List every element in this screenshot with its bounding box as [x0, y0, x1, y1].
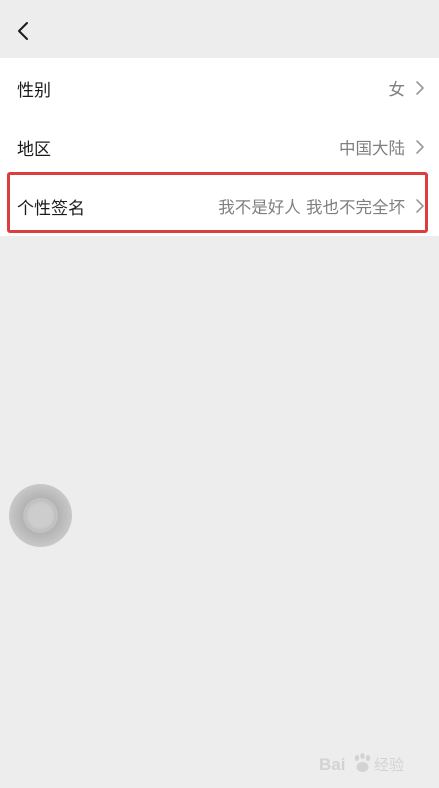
- chevron-right-icon: [415, 139, 425, 155]
- gender-row[interactable]: 性别 女: [0, 59, 439, 117]
- gender-label: 性别: [17, 80, 51, 101]
- floating-ball-center: [25, 500, 56, 531]
- region-value: 中国大陆: [339, 139, 405, 158]
- signature-value: 我不是好人 我也不完全坏: [218, 198, 405, 217]
- chevron-right-icon: [415, 198, 425, 214]
- signature-label: 个性签名: [17, 198, 85, 219]
- profile-settings-list: 性别 女 地区 中国大陆 个性签名 我不是好人 我也不完全坏: [0, 58, 439, 236]
- signature-row[interactable]: 个性签名 我不是好人 我也不完全坏: [0, 177, 439, 235]
- top-bar: [0, 0, 439, 58]
- svg-text:Bai: Bai: [319, 755, 345, 774]
- svg-text:经验: 经验: [374, 756, 404, 774]
- region-row[interactable]: 地区 中国大陆: [0, 118, 439, 176]
- region-label: 地区: [17, 139, 51, 160]
- back-button[interactable]: [10, 18, 36, 44]
- chevron-left-icon: [18, 22, 28, 40]
- baidu-jingyan-watermark-logo: Bai 经验: [319, 753, 404, 774]
- gender-value: 女: [388, 80, 406, 99]
- floating-assistive-ball[interactable]: [9, 484, 72, 547]
- chevron-right-icon: [415, 80, 425, 96]
